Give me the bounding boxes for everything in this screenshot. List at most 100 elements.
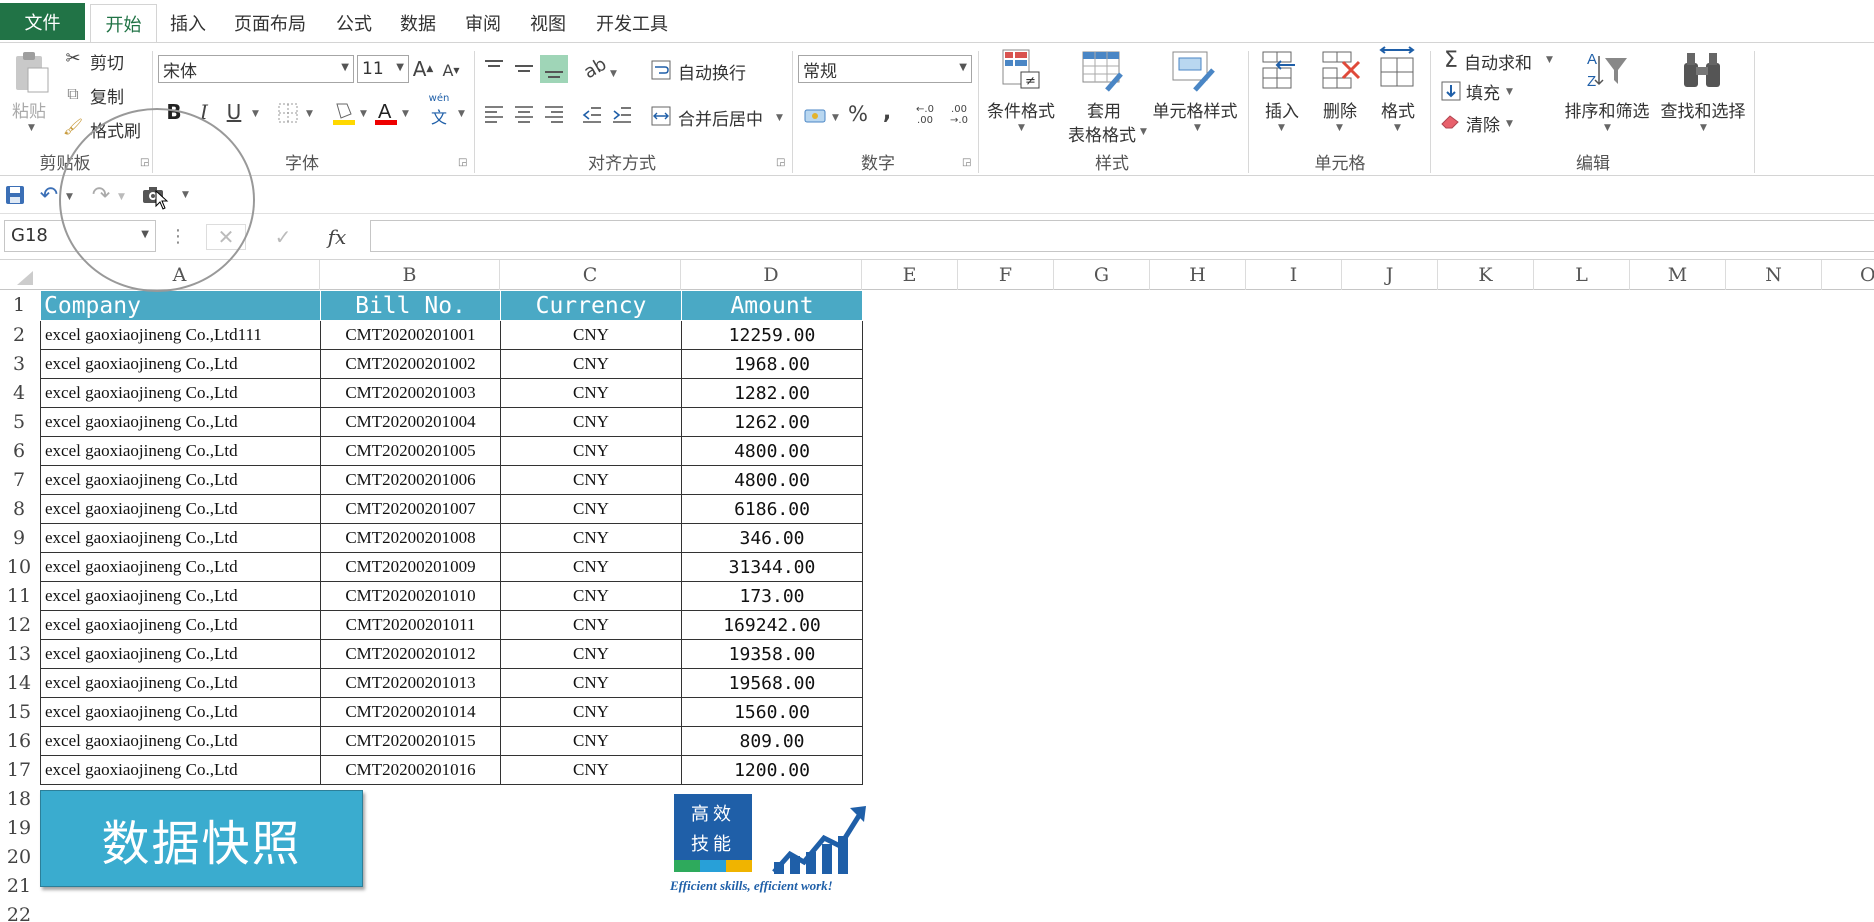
column-header-n[interactable]: N	[1726, 260, 1822, 290]
find-select-dropdown-icon[interactable]: ▼	[1700, 123, 1707, 133]
underline-icon[interactable]: U	[222, 99, 246, 125]
amount-cell[interactable]: 1560.00	[681, 697, 863, 727]
bill-no-cell[interactable]: CMT20200201005	[320, 436, 501, 466]
company-cell[interactable]: excel gaoxiaojineng Co.,Ltd	[40, 726, 321, 756]
amount-cell[interactable]: 19358.00	[681, 639, 863, 669]
row-header-18[interactable]: 18	[0, 785, 38, 814]
amount-cell[interactable]: 1262.00	[681, 407, 863, 437]
conditional-formatting-button[interactable]: 条件格式	[982, 97, 1060, 122]
copy-button[interactable]: 复制	[90, 83, 124, 108]
amount-cell[interactable]: 4800.00	[681, 465, 863, 495]
align-middle-icon[interactable]	[512, 57, 536, 79]
currency-cell[interactable]: CNY	[500, 465, 682, 495]
company-cell[interactable]: excel gaoxiaojineng Co.,Ltd	[40, 639, 321, 669]
format-as-table-icon[interactable]	[1080, 47, 1126, 93]
row-header-3[interactable]: 3	[0, 350, 38, 379]
company-cell[interactable]: excel gaoxiaojineng Co.,Ltd	[40, 668, 321, 698]
bill-no-cell[interactable]: CMT20200201011	[320, 610, 501, 640]
font-size-combo[interactable]: 11 ▼	[357, 55, 409, 83]
enter-icon[interactable]: ✓	[266, 224, 300, 250]
amount-cell[interactable]: 169242.00	[681, 610, 863, 640]
merge-center-button[interactable]: 合并后居中	[678, 105, 763, 130]
merge-dropdown-icon[interactable]: ▼	[776, 113, 783, 123]
row-header-13[interactable]: 13	[0, 640, 38, 669]
header-cell[interactable]: Amount	[681, 290, 863, 321]
currency-cell[interactable]: CNY	[500, 755, 682, 785]
currency-cell[interactable]: CNY	[500, 581, 682, 611]
underline-dropdown-icon[interactable]: ▼	[252, 109, 259, 119]
bill-no-cell[interactable]: CMT20200201008	[320, 523, 501, 553]
header-cell[interactable]: Bill No.	[320, 290, 501, 321]
currency-cell[interactable]: CNY	[500, 320, 682, 350]
autosum-dropdown-icon[interactable]: ▼	[1546, 55, 1553, 65]
format-dropdown-icon[interactable]: ▼	[1394, 123, 1401, 133]
company-cell[interactable]: excel gaoxiaojineng Co.,Ltd	[40, 697, 321, 727]
orientation-dropdown-icon[interactable]: ▼	[610, 69, 617, 79]
phonetic-dropdown-icon[interactable]: ▼	[458, 109, 465, 119]
row-header-8[interactable]: 8	[0, 495, 38, 524]
tab-developer[interactable]: 开发工具	[588, 4, 676, 42]
amount-cell[interactable]: 346.00	[681, 523, 863, 553]
percent-style-icon[interactable]: %	[846, 101, 870, 127]
phonetic-icon[interactable]: wén 文	[424, 93, 454, 127]
format-cells-button[interactable]: 格式	[1378, 97, 1418, 122]
comma-style-icon[interactable]: ,	[878, 99, 896, 125]
tab-page-layout[interactable]: 页面布局	[226, 4, 314, 42]
column-header-g[interactable]: G	[1054, 260, 1150, 290]
delete-cells-icon[interactable]	[1318, 47, 1364, 93]
company-cell[interactable]: excel gaoxiaojineng Co.,Ltd	[40, 378, 321, 408]
tab-review[interactable]: 审阅	[457, 4, 509, 42]
format-as-table-line2[interactable]: 表格格式	[1060, 121, 1144, 146]
borders-icon[interactable]	[276, 101, 300, 125]
tab-home[interactable]: 开始	[90, 4, 157, 42]
font-launcher-icon[interactable]: ◲	[458, 157, 467, 168]
bill-no-cell[interactable]: CMT20200201015	[320, 726, 501, 756]
sort-filter-icon[interactable]: AZ	[1582, 47, 1630, 93]
borders-dropdown-icon[interactable]: ▼	[306, 109, 313, 119]
bill-no-cell[interactable]: CMT20200201012	[320, 639, 501, 669]
alignment-launcher-icon[interactable]: ◲	[776, 157, 785, 168]
row-header-6[interactable]: 6	[0, 437, 38, 466]
bill-no-cell[interactable]: CMT20200201007	[320, 494, 501, 524]
shrink-font-icon[interactable]: A ▼	[440, 59, 462, 81]
undo-icon[interactable]: ↶	[38, 183, 60, 208]
currency-cell[interactable]: CNY	[500, 378, 682, 408]
align-center-icon[interactable]	[512, 103, 536, 127]
company-cell[interactable]: excel gaoxiaojineng Co.,Ltd	[40, 494, 321, 524]
amount-cell[interactable]: 1282.00	[681, 378, 863, 408]
increase-decimal-icon[interactable]: ←.0.00	[910, 101, 940, 129]
amount-cell[interactable]: 31344.00	[681, 552, 863, 582]
fill-color-icon[interactable]	[330, 99, 356, 127]
fill-button[interactable]: 填充	[1466, 79, 1500, 104]
cell-styles-button[interactable]: 单元格样式	[1148, 97, 1242, 122]
currency-cell[interactable]: CNY	[500, 523, 682, 553]
number-format-combo[interactable]: 常规 ▼	[798, 55, 972, 83]
currency-cell[interactable]: CNY	[500, 610, 682, 640]
column-header-b[interactable]: B	[320, 260, 500, 290]
accounting-dropdown-icon[interactable]: ▼	[832, 113, 839, 123]
bill-no-cell[interactable]: CMT20200201003	[320, 378, 501, 408]
accounting-format-icon[interactable]	[802, 103, 830, 127]
amount-cell[interactable]: 1968.00	[681, 349, 863, 379]
cell-styles-icon[interactable]	[1170, 47, 1218, 93]
row-header-20[interactable]: 20	[0, 843, 38, 872]
insert-function-icon[interactable]: fx	[320, 224, 354, 250]
bill-no-cell[interactable]: CMT20200201013	[320, 668, 501, 698]
insert-cells-icon[interactable]	[1258, 47, 1304, 93]
company-cell[interactable]: excel gaoxiaojineng Co.,Ltd	[40, 436, 321, 466]
column-header-d[interactable]: D	[681, 260, 862, 290]
paste-icon[interactable]	[10, 49, 54, 97]
cut-button[interactable]: 剪切	[90, 49, 124, 74]
row-header-17[interactable]: 17	[0, 756, 38, 785]
row-header-22[interactable]: 22	[0, 901, 38, 922]
tab-insert[interactable]: 插入	[162, 4, 214, 42]
amount-cell[interactable]: 4800.00	[681, 436, 863, 466]
currency-cell[interactable]: CNY	[500, 349, 682, 379]
row-header-10[interactable]: 10	[0, 553, 38, 582]
number-launcher-icon[interactable]: ◲	[962, 157, 971, 168]
conditional-formatting-icon[interactable]: ≠	[998, 47, 1044, 93]
conditional-dropdown-icon[interactable]: ▼	[1018, 123, 1025, 133]
bill-no-cell[interactable]: CMT20200201010	[320, 581, 501, 611]
company-cell[interactable]: excel gaoxiaojineng Co.,Ltd	[40, 349, 321, 379]
row-header-5[interactable]: 5	[0, 408, 38, 437]
